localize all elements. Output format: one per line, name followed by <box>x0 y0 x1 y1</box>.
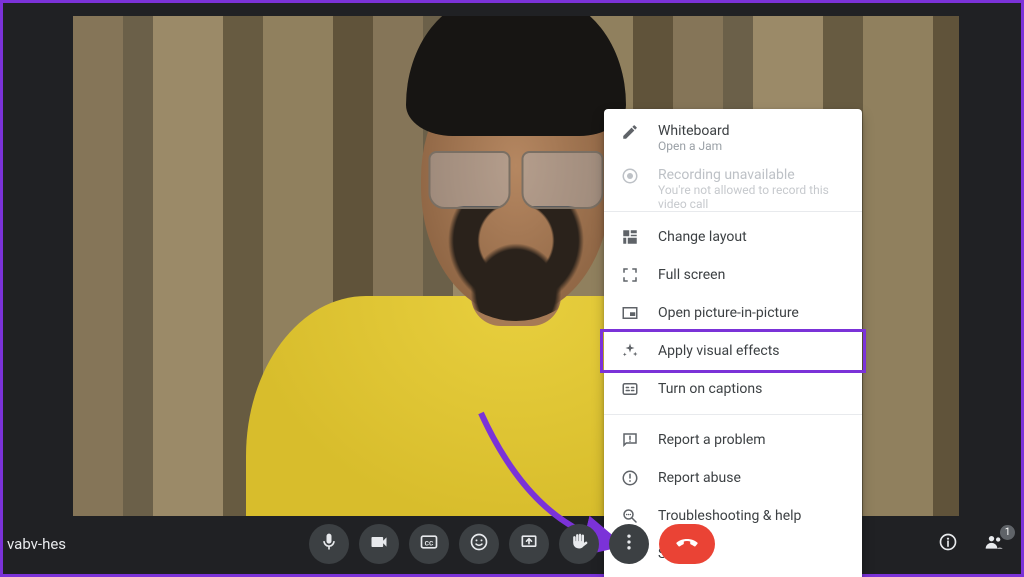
microphone-icon <box>319 532 339 556</box>
record-icon <box>620 167 640 185</box>
menu-whiteboard-sub: Open a Jam <box>658 139 730 153</box>
menu-recording-sub: You're not allowed to record this video … <box>658 183 846 211</box>
menu-recording-title: Recording unavailable <box>658 167 846 183</box>
people-button[interactable]: 1 <box>981 531 1007 557</box>
more-vertical-icon <box>619 532 639 556</box>
layout-icon <box>620 228 640 246</box>
hang-up-icon <box>675 530 699 558</box>
menu-item-captions[interactable]: Turn on captions <box>604 370 862 408</box>
smile-icon <box>469 532 489 556</box>
camera-button[interactable] <box>359 524 399 564</box>
menu-report-abuse-label: Report abuse <box>658 470 741 486</box>
menu-item-change-layout[interactable]: Change layout <box>604 218 862 256</box>
menu-item-whiteboard[interactable]: Whiteboard Open a Jam <box>604 117 862 161</box>
menu-item-recording: Recording unavailable You're not allowed… <box>604 161 862 205</box>
menu-captions-label: Turn on captions <box>658 381 762 397</box>
menu-whiteboard-title: Whiteboard <box>658 123 730 139</box>
pip-icon <box>620 304 640 322</box>
menu-divider <box>604 414 862 415</box>
menu-pip-label: Open picture-in-picture <box>658 305 799 321</box>
meeting-code: vabv-hes <box>7 535 66 553</box>
menu-report-problem-label: Report a problem <box>658 432 766 448</box>
raise-hand-button[interactable] <box>559 524 599 564</box>
pencil-icon <box>620 123 640 141</box>
cc-icon: CC <box>419 532 439 556</box>
fullscreen-icon <box>620 266 640 284</box>
more-options-button[interactable] <box>609 524 649 564</box>
camera-icon <box>369 532 389 556</box>
menu-item-visual-effects[interactable]: Apply visual effects <box>604 332 862 370</box>
microphone-button[interactable] <box>309 524 349 564</box>
menu-item-report-problem[interactable]: Report a problem <box>604 421 862 459</box>
more-options-menu: Whiteboard Open a Jam Recording unavaila… <box>604 109 862 577</box>
captions-button[interactable]: CC <box>409 524 449 564</box>
present-button[interactable] <box>509 524 549 564</box>
svg-text:CC: CC <box>425 539 434 547</box>
captions-icon <box>620 380 640 398</box>
bottom-toolbar: vabv-hes CC <box>3 513 1021 574</box>
participants-badge: 1 <box>1000 525 1015 540</box>
menu-change-layout-label: Change layout <box>658 229 747 245</box>
menu-item-pip[interactable]: Open picture-in-picture <box>604 294 862 332</box>
hand-icon <box>569 532 589 556</box>
sparkle-icon <box>620 342 640 360</box>
info-icon <box>938 532 958 556</box>
meeting-details-button[interactable] <box>935 531 961 557</box>
menu-item-report-abuse[interactable]: Report abuse <box>604 459 862 497</box>
warning-icon <box>620 469 640 487</box>
present-icon <box>519 532 539 556</box>
menu-item-full-screen[interactable]: Full screen <box>604 256 862 294</box>
reactions-button[interactable] <box>459 524 499 564</box>
hang-up-button[interactable] <box>659 524 715 564</box>
feedback-icon <box>620 431 640 449</box>
center-controls: CC <box>309 524 715 564</box>
menu-visual-effects-label: Apply visual effects <box>658 343 780 359</box>
menu-full-screen-label: Full screen <box>658 267 725 283</box>
right-controls: 1 <box>935 531 1007 557</box>
menu-divider <box>604 211 862 212</box>
